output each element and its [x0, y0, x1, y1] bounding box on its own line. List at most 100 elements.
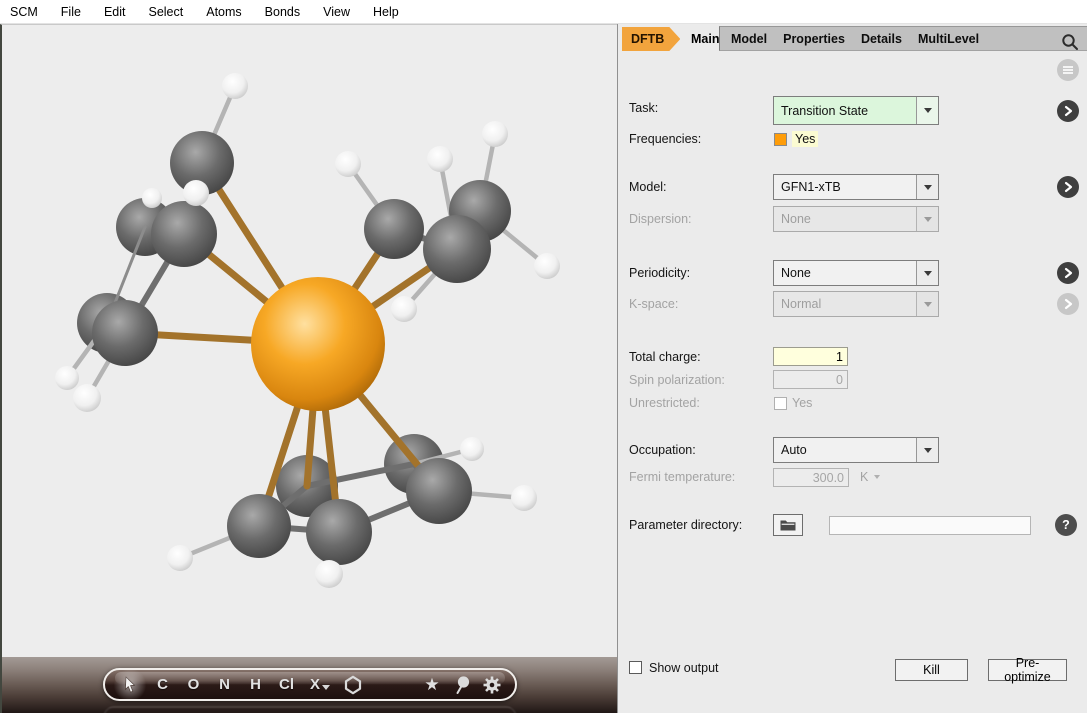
module-badge-dftb[interactable]: DFTB	[622, 27, 680, 51]
hydrogen-atom[interactable]	[460, 437, 484, 461]
fermi-temperature-input	[773, 468, 849, 487]
element-hydrogen-button[interactable]: H	[240, 676, 271, 693]
folder-icon	[780, 519, 796, 531]
menu-view[interactable]: View	[323, 5, 361, 19]
model-select-arrow-icon[interactable]	[916, 175, 938, 199]
menu-scm[interactable]: SCM	[10, 5, 49, 19]
settings-panel: DFTB Main Model Properties Details Multi…	[617, 24, 1087, 713]
menu-select[interactable]: Select	[148, 5, 194, 19]
hydrogen-atom[interactable]	[222, 73, 248, 99]
menu-bar: SCM File Edit Select Atoms Bonds View He…	[0, 0, 1087, 24]
spin-polarization-input	[773, 370, 848, 389]
kill-button[interactable]: Kill	[895, 659, 968, 681]
carbon-atom[interactable]	[151, 201, 217, 267]
toolbar-reflection	[103, 706, 517, 713]
dispersion-select: None	[773, 206, 939, 232]
show-output-label[interactable]: Show output	[649, 661, 719, 675]
carbon-atom[interactable]	[406, 458, 472, 524]
show-output-checkbox[interactable]	[629, 661, 642, 674]
unrestricted-yes-label: Yes	[792, 396, 812, 410]
balloon-tool-icon[interactable]	[447, 675, 477, 695]
browse-folder-button[interactable]	[773, 514, 803, 536]
dispersion-select-arrow-icon	[916, 207, 938, 231]
element-other-button[interactable]: X	[302, 676, 338, 693]
metal-atom[interactable]	[251, 277, 385, 411]
hydrogen-atom[interactable]	[167, 545, 193, 571]
hydrogen-atom[interactable]	[55, 366, 79, 390]
unrestricted-label: Unrestricted:	[629, 396, 700, 410]
occupation-select-arrow-icon[interactable]	[916, 438, 938, 462]
preoptimize-button[interactable]: Pre-optimize	[988, 659, 1067, 681]
hydrogen-atom[interactable]	[427, 146, 453, 172]
unrestricted-checkbox	[774, 397, 787, 410]
kspace-select: Normal	[773, 291, 939, 317]
kspace-details-chevron-icon	[1057, 293, 1079, 315]
fermi-temperature-label: Fermi temperature:	[629, 470, 735, 484]
hydrogen-atom[interactable]	[335, 151, 361, 177]
molecule-svg[interactable]	[2, 25, 617, 713]
total-charge-label: Total charge:	[629, 350, 701, 364]
hydrogen-atom[interactable]	[73, 384, 101, 412]
tab-properties[interactable]: Properties	[775, 32, 853, 46]
menu-file[interactable]: File	[61, 5, 92, 19]
application-window: SCM File Edit Select Atoms Bonds View He…	[0, 0, 1087, 713]
element-oxygen-button[interactable]: O	[178, 676, 209, 693]
hydrogen-atom[interactable]	[482, 121, 508, 147]
menu-bonds[interactable]: Bonds	[265, 5, 311, 19]
hydrogen-atom[interactable]	[391, 296, 417, 322]
menu-help[interactable]: Help	[373, 5, 410, 19]
parameter-directory-input[interactable]	[829, 516, 1031, 535]
model-details-chevron-icon[interactable]	[1057, 176, 1079, 198]
carbon-atom[interactable]	[364, 199, 424, 259]
model-select[interactable]: GFN1-xTB	[773, 174, 939, 200]
carbon-atom[interactable]	[227, 494, 291, 558]
frequencies-yes-label[interactable]: Yes	[792, 131, 818, 147]
molecule-viewer[interactable]: C O N H Cl X ★	[0, 24, 617, 713]
tab-details[interactable]: Details	[853, 32, 910, 46]
element-other-caret-icon	[322, 685, 330, 690]
hydrogen-atom[interactable]	[142, 188, 162, 208]
fermi-temperature-unit: K	[860, 470, 868, 484]
element-nitrogen-button[interactable]: N	[209, 676, 240, 693]
gear-icon[interactable]	[477, 675, 507, 695]
model-label: Model:	[629, 180, 667, 194]
element-chlorine-button[interactable]: Cl	[271, 676, 302, 693]
element-carbon-button[interactable]: C	[147, 676, 178, 693]
occupation-label: Occupation:	[629, 443, 696, 457]
carbon-atom[interactable]	[306, 499, 372, 565]
total-charge-input[interactable]	[773, 347, 848, 366]
frequencies-checkbox[interactable]	[774, 133, 787, 146]
hydrogen-atom[interactable]	[183, 180, 209, 206]
tab-multilevel[interactable]: MultiLevel	[910, 32, 987, 46]
menu-atoms[interactable]: Atoms	[206, 5, 252, 19]
task-label: Task:	[629, 101, 658, 115]
task-select-arrow-icon[interactable]	[916, 97, 938, 124]
task-details-chevron-icon[interactable]	[1057, 100, 1079, 122]
occupation-select[interactable]: Auto	[773, 437, 939, 463]
kspace-select-arrow-icon	[916, 292, 938, 316]
fermi-unit-caret-icon	[874, 475, 880, 479]
periodicity-details-chevron-icon[interactable]	[1057, 262, 1079, 284]
periodicity-select[interactable]: None	[773, 260, 939, 286]
structures-star-icon[interactable]: ★	[417, 675, 447, 695]
menu-edit[interactable]: Edit	[104, 5, 137, 19]
periodicity-label: Periodicity:	[629, 266, 690, 280]
parameter-directory-label: Parameter directory:	[629, 518, 742, 532]
hydrogen-atom[interactable]	[315, 560, 343, 588]
panel-menu-icon	[1057, 59, 1079, 81]
carbon-atom[interactable]	[92, 300, 158, 366]
spin-polarization-label: Spin polarization:	[629, 373, 725, 387]
hydrogen-atom[interactable]	[534, 253, 560, 279]
frequencies-label: Frequencies:	[629, 132, 701, 146]
tab-model[interactable]: Model	[723, 32, 775, 46]
hydrogen-atom[interactable]	[511, 485, 537, 511]
kspace-label: K-space:	[629, 297, 678, 311]
carbon-atom[interactable]	[423, 215, 491, 283]
parameter-directory-help-icon[interactable]: ?	[1055, 514, 1077, 536]
periodicity-select-arrow-icon[interactable]	[916, 261, 938, 285]
search-icon[interactable]	[1061, 33, 1079, 51]
task-select[interactable]: Transition State	[773, 96, 939, 125]
tab-strip: Model Properties Details MultiLevel	[719, 26, 1087, 51]
ring-tool-icon[interactable]	[338, 675, 368, 695]
pointer-tool-icon[interactable]	[113, 670, 147, 700]
